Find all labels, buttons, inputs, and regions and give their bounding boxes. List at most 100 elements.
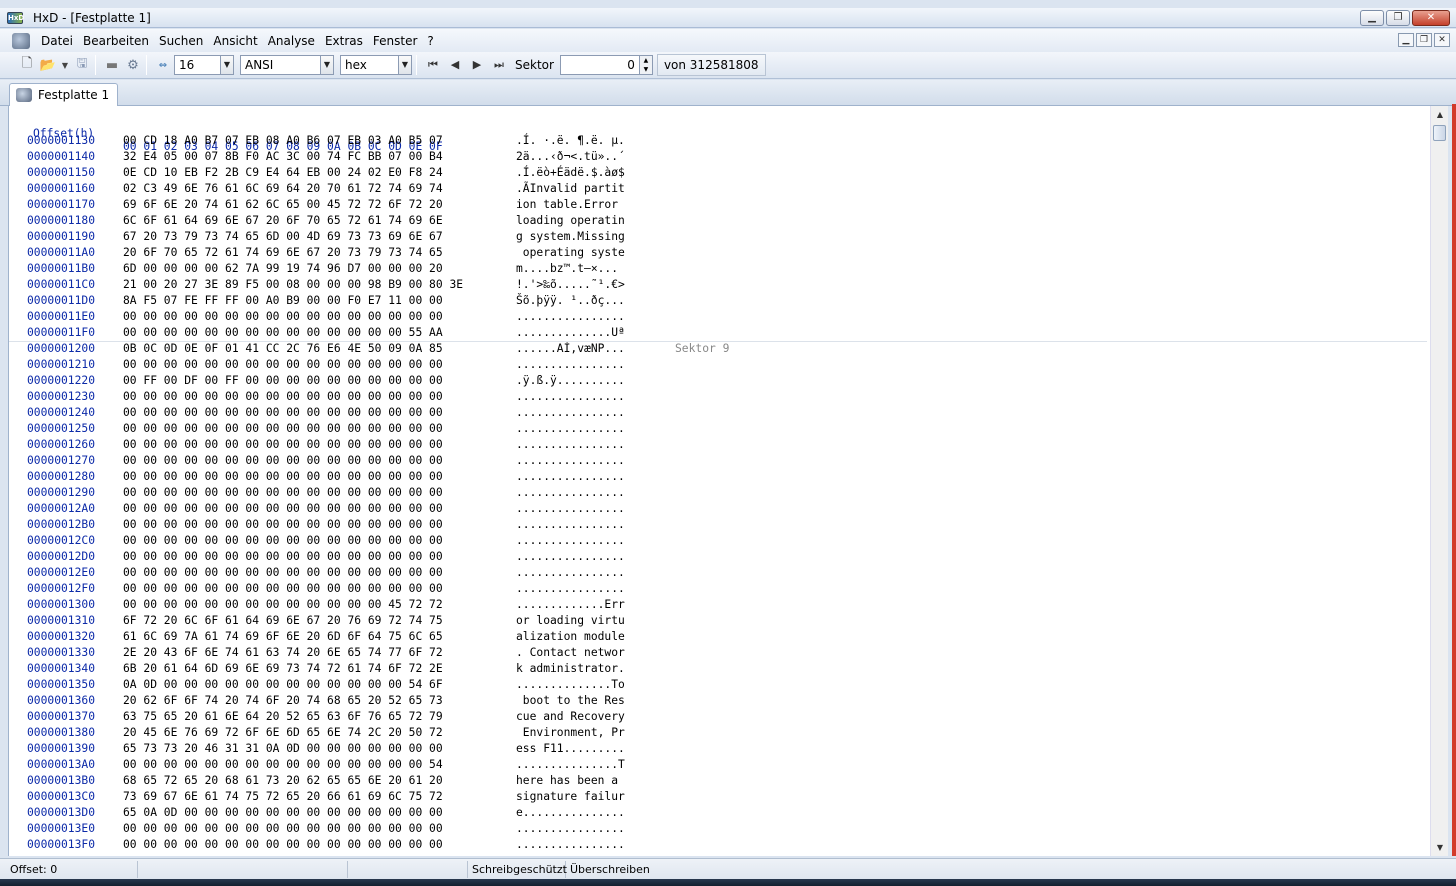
maximize-button[interactable]: ❐: [1386, 10, 1410, 26]
row-text[interactable]: .ÃInvalid partit: [516, 181, 625, 197]
row-text[interactable]: ................: [516, 453, 625, 469]
row-text[interactable]: m....bz™.t–×...: [516, 261, 625, 277]
row-text[interactable]: ................: [516, 837, 625, 853]
ram-icon[interactable]: ⚙: [124, 56, 142, 74]
row-text[interactable]: ................: [516, 469, 625, 485]
row-hex-bytes[interactable]: 32 E4 05 00 07 8B F0 AC 3C 00 74 FC BB 0…: [123, 149, 443, 165]
close-button[interactable]: ✕: [1412, 10, 1450, 26]
row-hex-bytes[interactable]: 0A 0D 00 00 00 00 00 00 00 00 00 00 00 0…: [123, 677, 443, 693]
scrollbar-thumb[interactable]: [1433, 125, 1446, 141]
mdi-minimize-button[interactable]: ▁: [1398, 33, 1414, 47]
scroll-up-icon[interactable]: ▲: [1431, 106, 1448, 123]
row-hex-bytes[interactable]: 65 73 73 20 46 31 31 0A 0D 00 00 00 00 0…: [123, 741, 443, 757]
row-text[interactable]: or loading virtu: [516, 613, 625, 629]
tab-festplatte-1[interactable]: Festplatte 1: [9, 83, 119, 106]
row-text[interactable]: k administrator.: [516, 661, 625, 677]
row-text[interactable]: ................: [516, 821, 625, 837]
prev-sector-icon[interactable]: ◀: [445, 55, 465, 75]
last-sector-icon[interactable]: ⏭: [489, 55, 509, 75]
bytes-per-row-select[interactable]: 16 ▼: [174, 55, 234, 75]
row-text[interactable]: ................: [516, 309, 625, 325]
row-hex-bytes[interactable]: 63 75 65 20 61 6E 64 20 52 65 63 6F 76 6…: [123, 709, 443, 725]
menu-analyse[interactable]: Analyse: [263, 34, 320, 48]
menu-datei[interactable]: Datei: [36, 34, 78, 48]
row-text[interactable]: .Í. ·.ë. ¶.ë. µ.: [516, 133, 625, 149]
row-text[interactable]: boot to the Res: [516, 693, 625, 709]
row-hex-bytes[interactable]: 8A F5 07 FE FF FF 00 A0 B9 00 00 F0 E7 1…: [123, 293, 443, 309]
row-hex-bytes[interactable]: 00 00 00 00 00 00 00 00 00 00 00 00 00 0…: [123, 837, 443, 853]
row-text[interactable]: ................: [516, 389, 625, 405]
vertical-scrollbar[interactable]: ▲ ▼: [1430, 106, 1448, 856]
save-icon[interactable]: 🖫: [73, 56, 91, 74]
row-hex-bytes[interactable]: 00 00 00 00 00 00 00 00 00 00 00 00 00 0…: [123, 581, 443, 597]
next-sector-icon[interactable]: ▶: [467, 55, 487, 75]
first-sector-icon[interactable]: ⏮: [423, 55, 443, 75]
menu-fenster[interactable]: Fenster: [368, 34, 423, 48]
row-text[interactable]: ................: [516, 357, 625, 373]
row-hex-bytes[interactable]: 73 69 67 6E 61 74 75 72 65 20 66 61 69 6…: [123, 789, 443, 805]
row-hex-bytes[interactable]: 67 20 73 79 73 74 65 6D 00 4D 69 73 73 6…: [123, 229, 443, 245]
menu-ansicht[interactable]: Ansicht: [208, 34, 262, 48]
row-text[interactable]: ................: [516, 549, 625, 565]
row-text[interactable]: cue and Recovery: [516, 709, 625, 725]
row-hex-bytes[interactable]: 65 0A 0D 00 00 00 00 00 00 00 00 00 00 0…: [123, 805, 443, 821]
row-text[interactable]: ion table.Error: [516, 197, 625, 213]
menu-help[interactable]: ?: [422, 34, 438, 48]
row-text[interactable]: .Í.ëò+Éädë.$.àø$: [516, 165, 625, 181]
row-hex-bytes[interactable]: 00 00 00 00 00 00 00 00 00 00 00 00 00 0…: [123, 549, 443, 565]
charset-select[interactable]: ANSI ▼: [240, 55, 334, 75]
row-text[interactable]: ess F11.........: [516, 741, 625, 757]
sector-spinner[interactable]: ▲ ▼: [639, 55, 653, 75]
mdi-close-button[interactable]: ✕: [1434, 33, 1450, 47]
disk-icon[interactable]: ▬: [103, 56, 121, 74]
row-hex-bytes[interactable]: 6F 72 20 6C 6F 61 64 69 6E 67 20 76 69 7…: [123, 613, 443, 629]
row-text[interactable]: signature failur: [516, 789, 625, 805]
row-hex-bytes[interactable]: 00 00 00 00 00 00 00 00 00 00 00 00 00 0…: [123, 405, 443, 421]
sector-input[interactable]: 0: [559, 55, 640, 75]
row-hex-bytes[interactable]: 00 00 00 00 00 00 00 00 00 00 00 00 00 0…: [123, 565, 443, 581]
scroll-down-icon[interactable]: ▼: [1431, 839, 1448, 856]
row-text[interactable]: here has been a: [516, 773, 625, 789]
row-hex-bytes[interactable]: 00 00 00 00 00 00 00 00 00 00 00 00 00 0…: [123, 517, 443, 533]
hex-editor[interactable]: Offset(h) 00 01 02 03 04 05 06 07 08 09 …: [8, 106, 1448, 856]
row-text[interactable]: ................: [516, 501, 625, 517]
row-hex-bytes[interactable]: 69 6F 6E 20 74 61 62 6C 65 00 45 72 72 6…: [123, 197, 443, 213]
row-hex-bytes[interactable]: 20 6F 70 65 72 61 74 69 6E 67 20 73 79 7…: [123, 245, 443, 261]
row-hex-bytes[interactable]: 00 00 00 00 00 00 00 00 00 00 00 00 00 0…: [123, 469, 443, 485]
open-folder-icon[interactable]: 📂: [39, 56, 57, 74]
row-text[interactable]: e...............: [516, 805, 625, 821]
row-hex-bytes[interactable]: 20 62 6F 6F 74 20 74 6F 20 74 68 65 20 5…: [123, 693, 443, 709]
row-text[interactable]: !.'>‰õ.....˜¹.€>: [516, 277, 625, 293]
row-text[interactable]: loading operatin: [516, 213, 625, 229]
mdi-restore-button[interactable]: ❐: [1416, 33, 1432, 47]
row-hex-bytes[interactable]: 00 00 00 00 00 00 00 00 00 00 00 00 00 4…: [123, 597, 443, 613]
offset-base-select[interactable]: hex ▼: [340, 55, 412, 75]
row-hex-bytes[interactable]: 6D 00 00 00 00 62 7A 99 19 74 96 D7 00 0…: [123, 261, 443, 277]
row-hex-bytes[interactable]: 6B 20 61 64 6D 69 6E 69 73 74 72 61 74 6…: [123, 661, 443, 677]
new-file-icon[interactable]: 🗋: [18, 56, 36, 74]
row-hex-bytes[interactable]: 0E CD 10 EB F2 2B C9 E4 64 EB 00 24 02 E…: [123, 165, 443, 181]
row-text[interactable]: g system.Missing: [516, 229, 625, 245]
menu-bearbeiten[interactable]: Bearbeiten: [78, 34, 154, 48]
row-text[interactable]: 2ä...‹ð¬<.tü»..´: [516, 149, 625, 165]
row-text[interactable]: ..............To: [516, 677, 625, 693]
row-hex-bytes[interactable]: 00 00 00 00 00 00 00 00 00 00 00 00 00 0…: [123, 421, 443, 437]
row-text[interactable]: .............Err: [516, 597, 625, 613]
row-hex-bytes[interactable]: 0B 0C 0D 0E 0F 01 41 CC 2C 76 E6 4E 50 0…: [123, 341, 443, 357]
row-hex-bytes[interactable]: 00 00 00 00 00 00 00 00 00 00 00 00 00 0…: [123, 437, 443, 453]
row-text[interactable]: ................: [516, 581, 625, 597]
row-hex-bytes[interactable]: 61 6C 69 7A 61 74 69 6F 6E 20 6D 6F 64 7…: [123, 629, 443, 645]
row-hex-bytes[interactable]: 00 00 00 00 00 00 00 00 00 00 00 00 00 0…: [123, 453, 443, 469]
row-text[interactable]: ................: [516, 565, 625, 581]
row-hex-bytes[interactable]: 2E 20 43 6F 6E 74 61 63 74 20 6E 65 74 7…: [123, 645, 443, 661]
minimize-button[interactable]: ▁: [1360, 10, 1384, 26]
document-disk-icon[interactable]: [12, 32, 30, 49]
row-hex-bytes[interactable]: 00 00 00 00 00 00 00 00 00 00 00 00 00 0…: [123, 485, 443, 501]
open-dropdown-icon[interactable]: ▼: [60, 56, 70, 74]
row-text[interactable]: ................: [516, 421, 625, 437]
row-text[interactable]: Šõ.þÿÿ. ¹..ðç...: [516, 293, 625, 309]
row-hex-bytes[interactable]: 00 00 00 00 00 00 00 00 00 00 00 00 00 0…: [123, 533, 443, 549]
row-text[interactable]: ..............Uª: [516, 325, 625, 341]
row-text[interactable]: ................: [516, 405, 625, 421]
row-text[interactable]: . Contact networ: [516, 645, 625, 661]
